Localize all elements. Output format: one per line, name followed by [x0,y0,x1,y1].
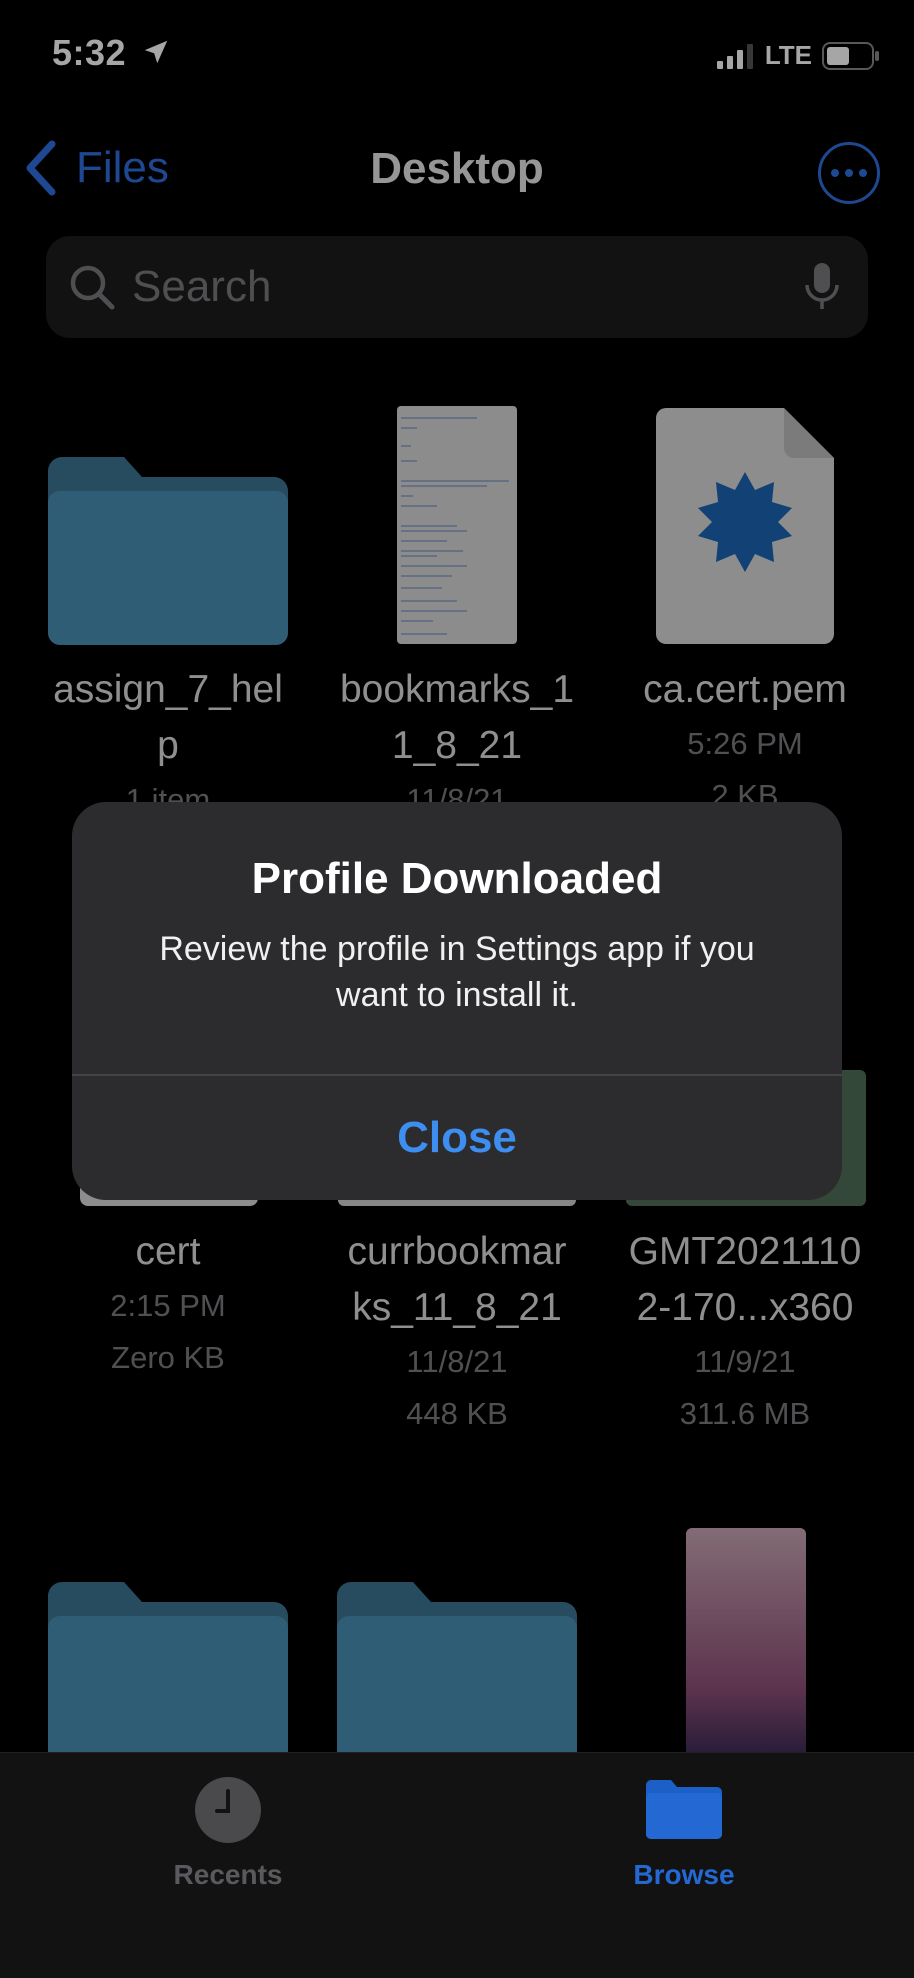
alert-dialog: Profile Downloaded Review the profile in… [72,802,842,1200]
close-button[interactable]: Close [72,1076,842,1200]
tab-label: Browse [633,1859,735,1890]
folder-icon [646,1780,722,1839]
alert-title: Profile Downloaded [251,854,663,903]
tab-bar: Recents Browse [0,1752,914,1978]
alert-message: Review the profile in Settings app if yo… [159,930,755,1014]
tab-label: Recents [173,1859,283,1890]
clock-icon [195,1777,261,1843]
